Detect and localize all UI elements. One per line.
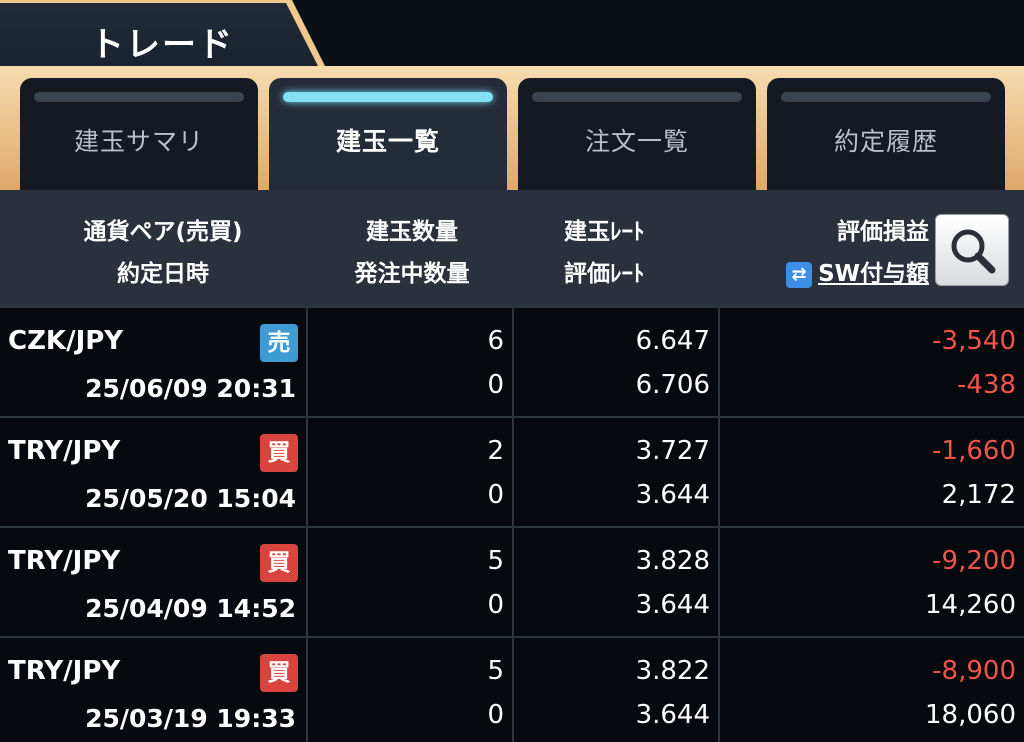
header-pair-label: 通貨ペア(売買) <box>83 219 243 245</box>
buy-badge: 買 <box>260 654 298 692</box>
execution-datetime: 25/04/09 14:52 <box>85 594 296 623</box>
header-swap-label: SW付与額 <box>818 261 929 287</box>
pending-qty: 0 <box>487 480 504 510</box>
buy-badge: 買 <box>260 434 298 472</box>
execution-datetime: 25/06/09 20:31 <box>85 374 296 403</box>
header-pnl-label: 評価損益 <box>837 219 929 245</box>
tab-label: 約定履歴 <box>833 127 938 156</box>
position-rate: 3.727 <box>635 436 710 466</box>
tab-label: 建玉サマリ <box>73 127 204 156</box>
tab-label: 注文一覧 <box>584 127 689 156</box>
eval-pnl: -1,660 <box>932 436 1016 466</box>
tab-execution-history[interactable]: 約定履歴 <box>767 78 1005 190</box>
pending-qty: 0 <box>487 700 504 730</box>
eval-rate: 3.644 <box>635 590 710 620</box>
search-icon <box>951 229 996 274</box>
swap-icon: ⇄ <box>786 261 813 288</box>
eval-pnl: -3,540 <box>932 326 1016 356</box>
currency-pair: TRY/JPY <box>8 546 121 576</box>
execution-datetime: 25/05/20 15:04 <box>85 484 296 513</box>
pair-cell: TRY/JPY 買 25/03/19 19:33 <box>0 638 306 742</box>
currency-pair: TRY/JPY <box>8 656 121 686</box>
swap-amount: 18,060 <box>925 700 1016 730</box>
header-rate-label: 建玉ﾚｰﾄ <box>564 219 645 245</box>
buy-badge: 買 <box>260 544 298 582</box>
position-qty: 5 <box>487 656 504 686</box>
rate-cell: 3.822 3.644 <box>514 638 718 742</box>
top-bar: トレード <box>0 0 1024 68</box>
qty-cell: 6 0 <box>308 308 512 416</box>
eval-rate: 3.644 <box>635 480 710 510</box>
position-qty: 5 <box>487 546 504 576</box>
tab-position-list[interactable]: 建玉一覧 <box>269 78 507 190</box>
position-qty: 6 <box>487 326 504 356</box>
eval-rate: 6.706 <box>635 370 710 400</box>
header-qty-label: 建玉数量 <box>366 219 458 245</box>
swap-amount: -438 <box>956 370 1016 400</box>
tab-indicator <box>34 92 244 102</box>
currency-pair: CZK/JPY <box>8 326 124 356</box>
pnl-cell: -3,540 -438 <box>720 308 1024 416</box>
qty-cell: 5 0 <box>308 528 512 636</box>
title-tab[interactable]: トレード <box>0 3 318 66</box>
execution-datetime: 25/03/19 19:33 <box>85 704 296 733</box>
header-datetime-label: 約定日時 <box>117 261 209 287</box>
swap-amount: 14,260 <box>925 590 1016 620</box>
sell-badge: 売 <box>260 324 298 362</box>
header-pending-qty-label: 発注中数量 <box>354 261 470 287</box>
header-eval-rate-label: 評価ﾚｰﾄ <box>564 261 645 287</box>
table-row[interactable]: CZK/JPY 売 25/06/09 20:31 6 0 6.647 6.706… <box>0 308 1024 416</box>
pending-qty: 0 <box>487 590 504 620</box>
rate-cell: 6.647 6.706 <box>514 308 718 416</box>
pnl-cell: -1,660 2,172 <box>720 418 1024 526</box>
tab-indicator-active <box>283 92 493 102</box>
table-row[interactable]: TRY/JPY 買 25/04/09 14:52 5 0 3.828 3.644… <box>0 528 1024 636</box>
rate-cell: 3.828 3.644 <box>514 528 718 636</box>
eval-rate: 3.644 <box>635 700 710 730</box>
currency-pair: TRY/JPY <box>8 436 121 466</box>
tab-bar: 建玉サマリ 建玉一覧 注文一覧 約定履歴 <box>0 66 1024 190</box>
swap-amount: 2,172 <box>941 480 1016 510</box>
table-row[interactable]: TRY/JPY 買 25/03/19 19:33 5 0 3.822 3.644… <box>0 638 1024 742</box>
pnl-cell: -8,900 18,060 <box>720 638 1024 742</box>
tab-label: 建玉一覧 <box>335 127 440 156</box>
search-button[interactable] <box>935 214 1009 286</box>
position-rate: 3.822 <box>635 656 710 686</box>
eval-pnl: -8,900 <box>932 656 1016 686</box>
tab-position-summary[interactable]: 建玉サマリ <box>20 78 258 190</box>
tab-indicator <box>532 92 742 102</box>
qty-cell: 2 0 <box>308 418 512 526</box>
pair-cell: TRY/JPY 買 25/04/09 14:52 <box>0 528 306 636</box>
title-tab-label: トレード <box>90 25 234 65</box>
rate-cell: 3.727 3.644 <box>514 418 718 526</box>
position-table: CZK/JPY 売 25/06/09 20:31 6 0 6.647 6.706… <box>0 306 1024 742</box>
position-rate: 6.647 <box>635 326 710 356</box>
eval-pnl: -9,200 <box>932 546 1016 576</box>
column-header: 通貨ペア(売買) 約定日時 建玉数量 発注中数量 建玉ﾚｰﾄ 評価ﾚｰﾄ 評価損… <box>0 190 1024 306</box>
tab-indicator <box>781 92 991 102</box>
position-qty: 2 <box>487 436 504 466</box>
position-rate: 3.828 <box>635 546 710 576</box>
pair-cell: TRY/JPY 買 25/05/20 15:04 <box>0 418 306 526</box>
header-swap-toggle[interactable]: ⇄ SW付与額 <box>786 254 929 294</box>
pnl-cell: -9,200 14,260 <box>720 528 1024 636</box>
tab-order-list[interactable]: 注文一覧 <box>518 78 756 190</box>
qty-cell: 5 0 <box>308 638 512 742</box>
pending-qty: 0 <box>487 370 504 400</box>
pair-cell: CZK/JPY 売 25/06/09 20:31 <box>0 308 306 416</box>
table-row[interactable]: TRY/JPY 買 25/05/20 15:04 2 0 3.727 3.644… <box>0 418 1024 526</box>
